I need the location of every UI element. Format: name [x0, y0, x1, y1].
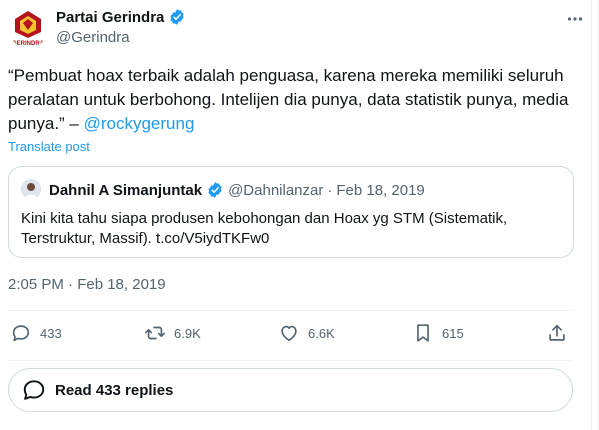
quoted-header: Dahnil A Simanjuntak @Dahnilanzar · Feb …	[49, 181, 425, 199]
mention-link[interactable]: @rockygerung	[84, 114, 195, 133]
reply-bubble-icon	[23, 380, 45, 400]
bookmark-button[interactable]: 615	[412, 322, 464, 344]
person-avatar-icon	[21, 179, 41, 199]
quoted-date: Feb 18, 2019	[336, 181, 425, 199]
author-display-name[interactable]: Partai Gerindra	[56, 9, 164, 26]
read-replies-label: Read 433 replies	[55, 381, 174, 399]
quoted-author-name: Dahnil A Simanjuntak	[49, 181, 203, 199]
bookmark-count: 615	[442, 325, 464, 341]
reply-button[interactable]: 433	[10, 322, 62, 344]
translate-post-link[interactable]: Translate post	[8, 139, 90, 154]
more-horizontal-icon	[567, 17, 583, 21]
quoted-author-avatar	[21, 179, 41, 199]
post-text: “Pembuat hoax terbaik adalah penguasa, k…	[8, 64, 578, 136]
quoted-post[interactable]: Dahnil A Simanjuntak @Dahnilanzar · Feb …	[8, 166, 574, 258]
bookmark-icon	[417, 324, 429, 342]
quoted-author-handle: @Dahnilanzar	[228, 181, 324, 199]
gerindra-logo-icon: GERINDRA	[12, 11, 45, 47]
divider	[8, 360, 573, 361]
more-options-button[interactable]	[565, 9, 585, 29]
author-handle[interactable]: @Gerindra	[56, 29, 130, 46]
repost-icon	[145, 326, 165, 340]
divider	[8, 310, 573, 311]
reply-count: 433	[40, 325, 62, 341]
like-count: 6.6K	[308, 325, 335, 341]
quoted-separator: ·	[327, 181, 333, 199]
like-button[interactable]: 6.6K	[278, 322, 335, 344]
verified-badge-icon	[208, 182, 222, 198]
author-avatar[interactable]: GERINDRA	[8, 8, 48, 48]
post-timestamp[interactable]: 2:05 PM · Feb 18, 2019	[8, 276, 166, 293]
author-name-row: Partai Gerindra	[56, 8, 186, 26]
read-replies-button[interactable]: Read 433 replies	[8, 368, 573, 412]
repost-count: 6.9K	[174, 325, 201, 341]
reply-icon	[12, 325, 30, 342]
scrollbar-thumb[interactable]	[592, 0, 598, 430]
repost-button[interactable]: 6.9K	[144, 322, 201, 344]
quoted-text: Kini kita tahu siapa produsen kebohongan…	[21, 210, 508, 247]
share-button[interactable]	[546, 322, 568, 344]
verified-badge-icon	[170, 9, 184, 25]
like-icon	[281, 325, 297, 342]
logo-text: GERINDRA	[12, 41, 45, 47]
action-bar: 433 6.9K 6.6K 615	[8, 322, 573, 352]
share-icon	[549, 324, 565, 341]
